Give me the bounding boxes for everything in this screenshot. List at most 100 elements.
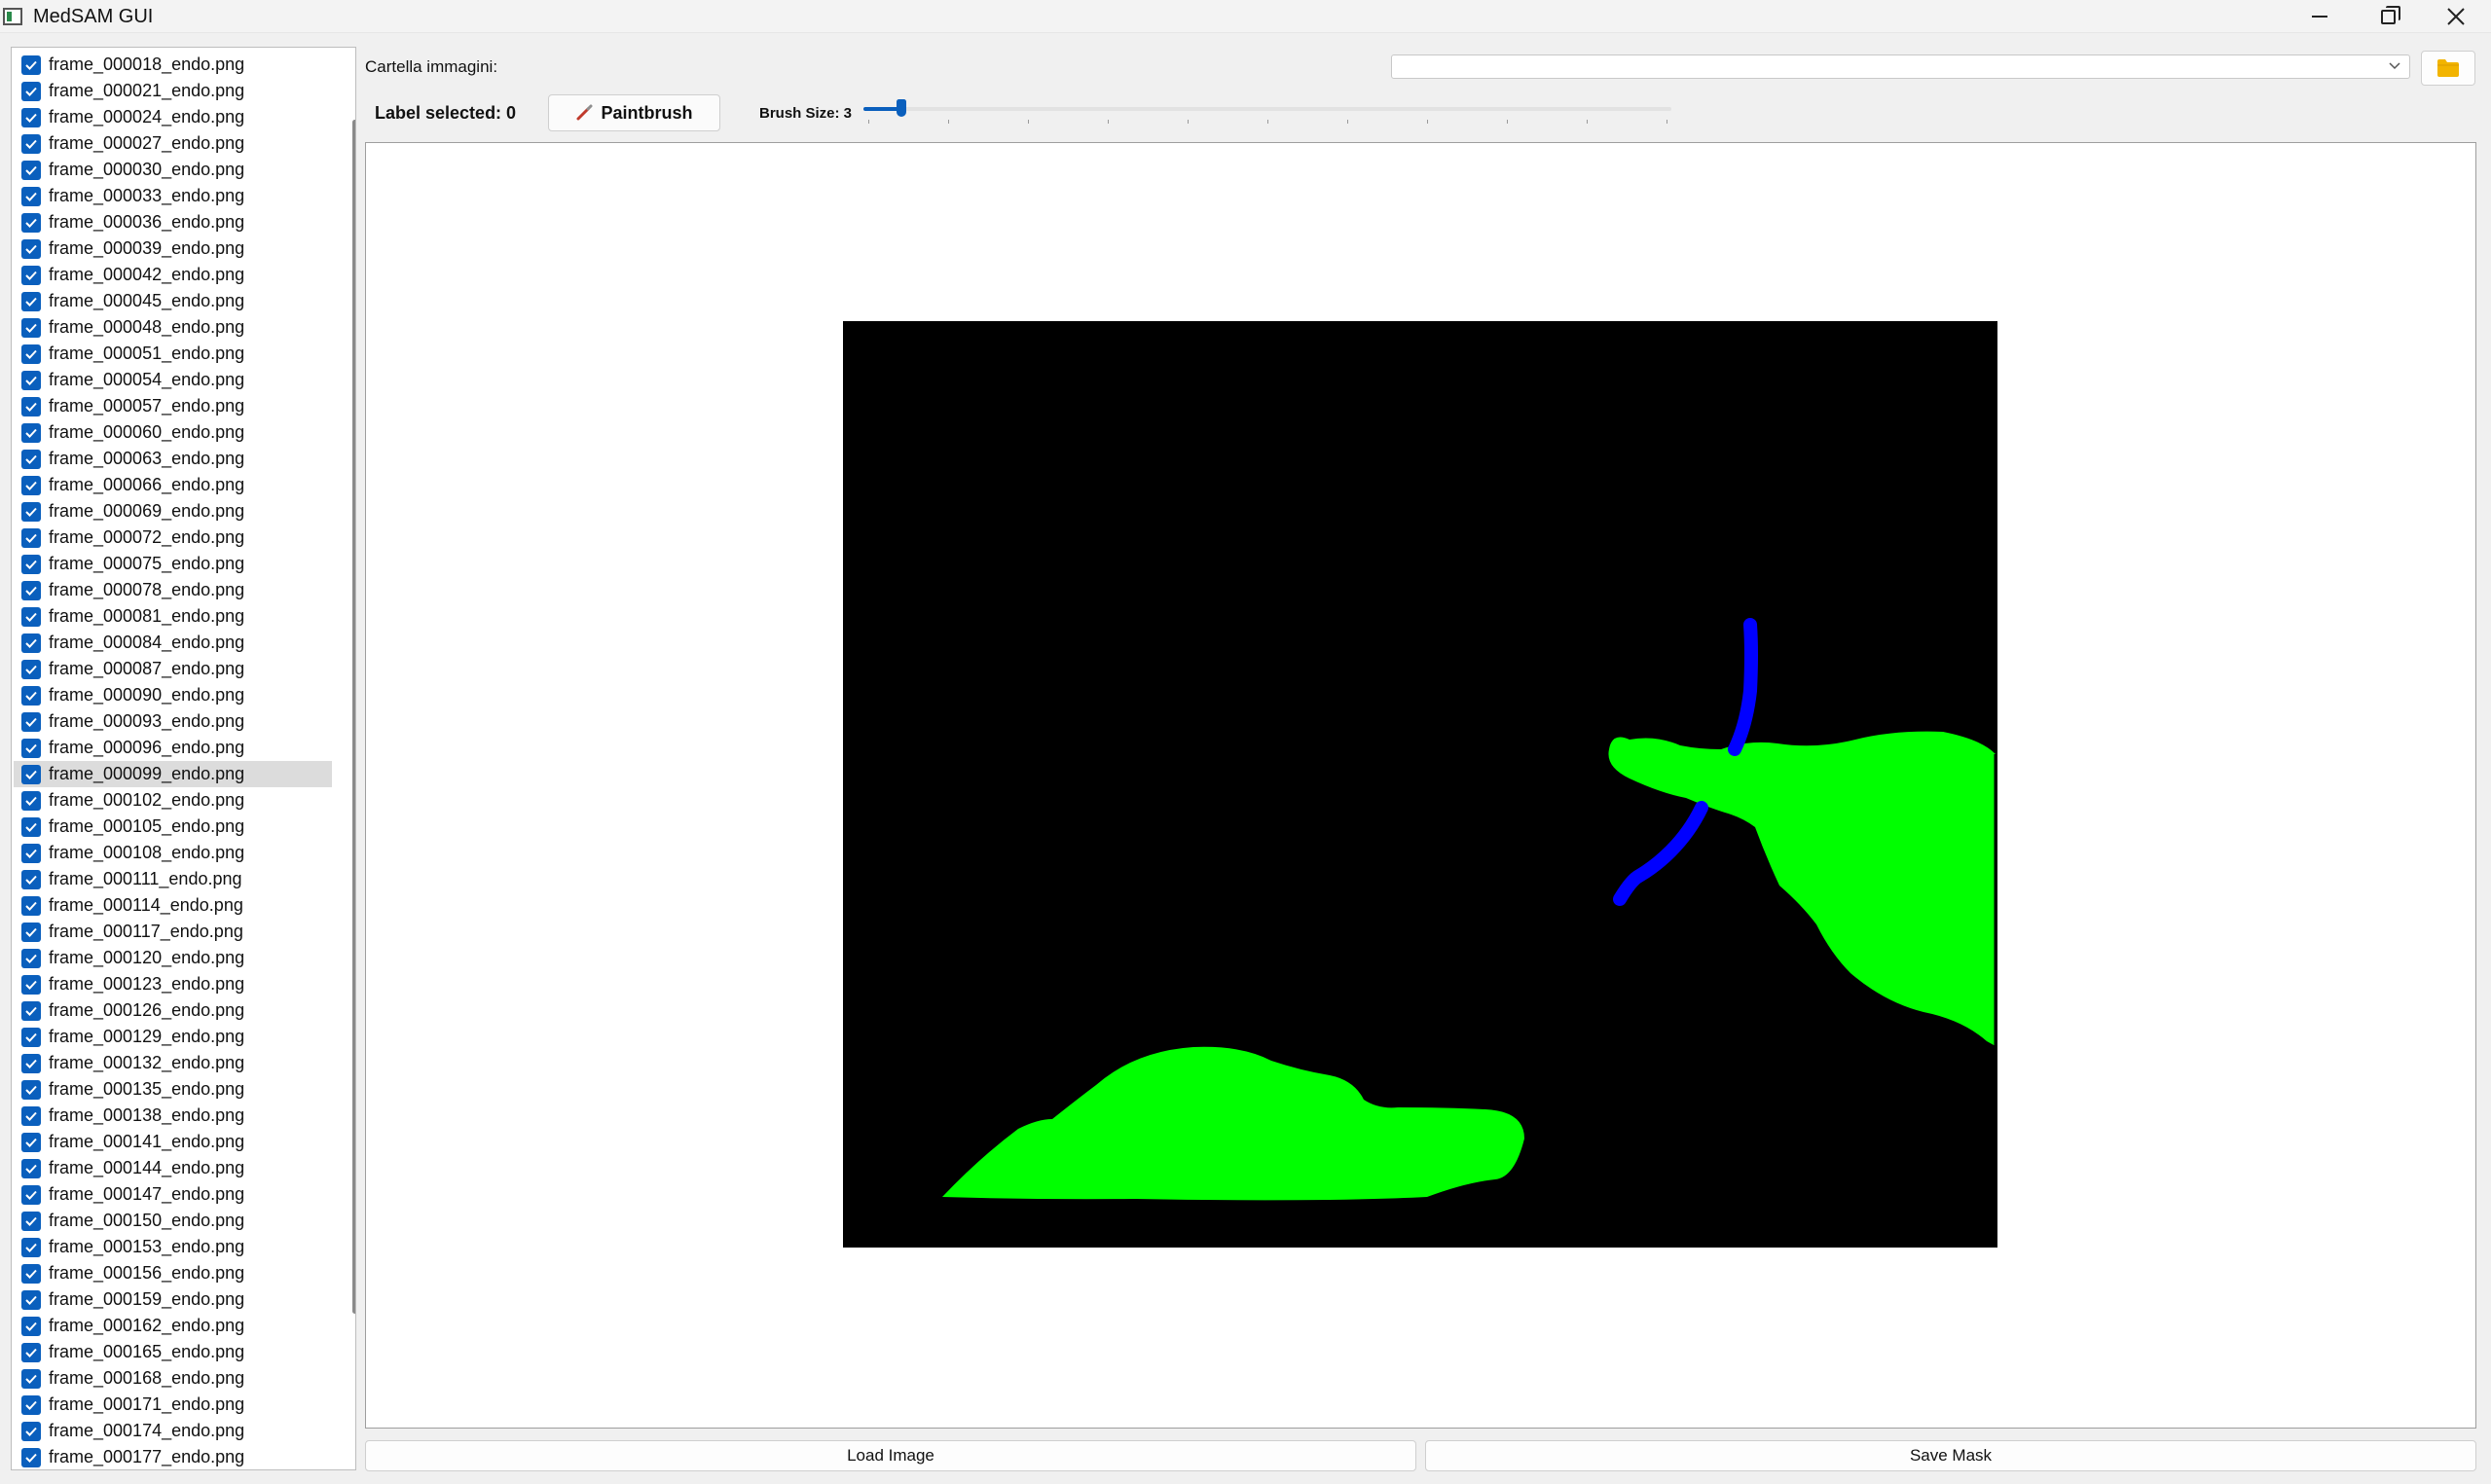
file-checkbox[interactable] (21, 895, 41, 916)
file-list-item[interactable]: frame_000114_endo.png (14, 892, 332, 919)
file-checkbox[interactable] (21, 133, 41, 154)
file-checkbox[interactable] (21, 1027, 41, 1047)
file-list-item[interactable]: frame_000093_endo.png (14, 708, 332, 735)
load-image-button[interactable]: Load Image (365, 1440, 1416, 1471)
file-list-item[interactable]: frame_000075_endo.png (14, 551, 332, 577)
file-list-item[interactable]: frame_000138_endo.png (14, 1103, 332, 1129)
file-list-item[interactable]: frame_000039_endo.png (14, 235, 332, 262)
file-list-item[interactable]: frame_000018_endo.png (14, 52, 332, 78)
file-list[interactable]: frame_000177_endo.png frame_000174_endo.p… (11, 47, 356, 1470)
file-checkbox[interactable] (21, 1263, 41, 1284)
file-checkbox[interactable] (21, 370, 41, 390)
save-mask-button[interactable]: Save Mask (1425, 1440, 2476, 1471)
file-list-item[interactable]: frame_000150_endo.png (14, 1208, 332, 1234)
file-list-item[interactable]: frame_000129_endo.png (14, 1024, 332, 1050)
file-list-item[interactable]: frame_000132_endo.png (14, 1050, 332, 1076)
file-list-item[interactable]: frame_000111_endo.png (14, 866, 332, 892)
file-list-item[interactable]: frame_000084_endo.png (14, 630, 332, 656)
file-checkbox[interactable] (21, 265, 41, 285)
file-list-item[interactable]: frame_000021_endo.png (14, 78, 332, 104)
file-list-item[interactable]: frame_000153_endo.png (14, 1234, 332, 1260)
file-checkbox[interactable] (21, 1342, 41, 1362)
file-list-item[interactable]: frame_000036_endo.png (14, 209, 332, 235)
file-list-item[interactable]: frame_000096_endo.png (14, 735, 332, 761)
file-checkbox[interactable] (21, 869, 41, 889)
file-list-item[interactable]: frame_000135_endo.png (14, 1076, 332, 1103)
file-checkbox[interactable] (21, 1421, 41, 1441)
file-checkbox[interactable] (21, 1394, 41, 1415)
file-checkbox[interactable] (21, 238, 41, 259)
file-list-item[interactable]: frame_000030_endo.png (14, 157, 332, 183)
file-list-item[interactable]: frame_000117_endo.png (14, 919, 332, 945)
file-checkbox[interactable] (21, 922, 41, 942)
file-checkbox[interactable] (21, 1158, 41, 1178)
file-list-item[interactable]: frame_000171_endo.png (14, 1392, 332, 1418)
file-list-item[interactable]: frame_000051_endo.png (14, 341, 332, 367)
file-checkbox[interactable] (21, 1447, 41, 1467)
file-list-item[interactable]: frame_000087_endo.png (14, 656, 332, 682)
file-checkbox[interactable] (21, 1079, 41, 1100)
file-checkbox[interactable] (21, 475, 41, 495)
file-checkbox[interactable] (21, 843, 41, 863)
file-checkbox[interactable] (21, 527, 41, 548)
file-checkbox[interactable] (21, 580, 41, 600)
restore-button[interactable] (2354, 0, 2422, 33)
brush-size-slider[interactable] (863, 93, 1671, 127)
file-checkbox[interactable] (21, 317, 41, 338)
file-list-item[interactable]: frame_000081_endo.png (14, 603, 332, 630)
file-list-item[interactable]: frame_000123_endo.png (14, 971, 332, 997)
file-checkbox[interactable] (21, 764, 41, 784)
file-list-item[interactable]: frame_000141_endo.png (14, 1129, 332, 1155)
browse-folder-button[interactable] (2421, 51, 2475, 86)
file-checkbox[interactable] (21, 1184, 41, 1205)
file-list-item[interactable]: frame_000090_endo.png (14, 682, 332, 708)
file-checkbox[interactable] (21, 1237, 41, 1257)
file-checkbox[interactable] (21, 816, 41, 837)
file-list-item[interactable]: frame_000105_endo.png (14, 814, 332, 840)
file-checkbox[interactable] (21, 1105, 41, 1126)
paintbrush-button[interactable]: Paintbrush (548, 94, 720, 131)
file-checkbox[interactable] (21, 711, 41, 732)
file-list-item[interactable]: frame_000063_endo.png (14, 446, 332, 472)
file-checkbox[interactable] (21, 974, 41, 995)
file-list-item[interactable]: frame_000162_endo.png (14, 1313, 332, 1339)
file-list-item[interactable]: frame_000057_endo.png (14, 393, 332, 419)
file-list-item[interactable]: frame_000144_endo.png (14, 1155, 332, 1181)
file-checkbox[interactable] (21, 1132, 41, 1152)
file-list-item[interactable]: frame_000147_endo.png (14, 1181, 332, 1208)
file-checkbox[interactable] (21, 344, 41, 364)
file-checkbox[interactable] (21, 1053, 41, 1073)
slider-handle[interactable] (897, 99, 907, 117)
file-checkbox[interactable] (21, 396, 41, 416)
file-list-item[interactable]: frame_000054_endo.png (14, 367, 332, 393)
file-checkbox[interactable] (21, 554, 41, 574)
file-list-item[interactable]: frame_000066_endo.png (14, 472, 332, 498)
image-canvas[interactable] (365, 142, 2476, 1429)
file-list-item[interactable]: frame_000120_endo.png (14, 945, 332, 971)
file-checkbox[interactable] (21, 948, 41, 968)
file-list-item[interactable]: frame_000102_endo.png (14, 787, 332, 814)
file-list-scrollbar[interactable] (352, 120, 355, 1314)
file-checkbox[interactable] (21, 160, 41, 180)
file-list-item[interactable]: frame_000045_endo.png (14, 288, 332, 314)
file-checkbox[interactable] (21, 107, 41, 127)
file-list-item[interactable]: frame_000069_endo.png (14, 498, 332, 525)
mask-image[interactable] (843, 321, 1997, 1248)
file-list-item[interactable]: frame_000072_endo.png (14, 525, 332, 551)
file-checkbox[interactable] (21, 422, 41, 443)
folder-combobox[interactable] (1391, 54, 2410, 79)
file-checkbox[interactable] (21, 81, 41, 101)
file-checkbox[interactable] (21, 54, 41, 75)
file-list-item[interactable]: frame_000048_endo.png (14, 314, 332, 341)
file-checkbox[interactable] (21, 212, 41, 233)
file-checkbox[interactable] (21, 1368, 41, 1389)
file-list-item[interactable]: frame_000108_endo.png (14, 840, 332, 866)
file-checkbox[interactable] (21, 1000, 41, 1021)
file-checkbox[interactable] (21, 606, 41, 627)
file-checkbox[interactable] (21, 633, 41, 653)
file-checkbox[interactable] (21, 685, 41, 706)
file-list-item[interactable]: frame_000174_endo.png (14, 1418, 332, 1444)
file-list-item[interactable]: frame_000099_endo.png (14, 761, 332, 787)
minimize-button[interactable] (2286, 0, 2354, 33)
file-list-item[interactable]: frame_000042_endo.png (14, 262, 332, 288)
